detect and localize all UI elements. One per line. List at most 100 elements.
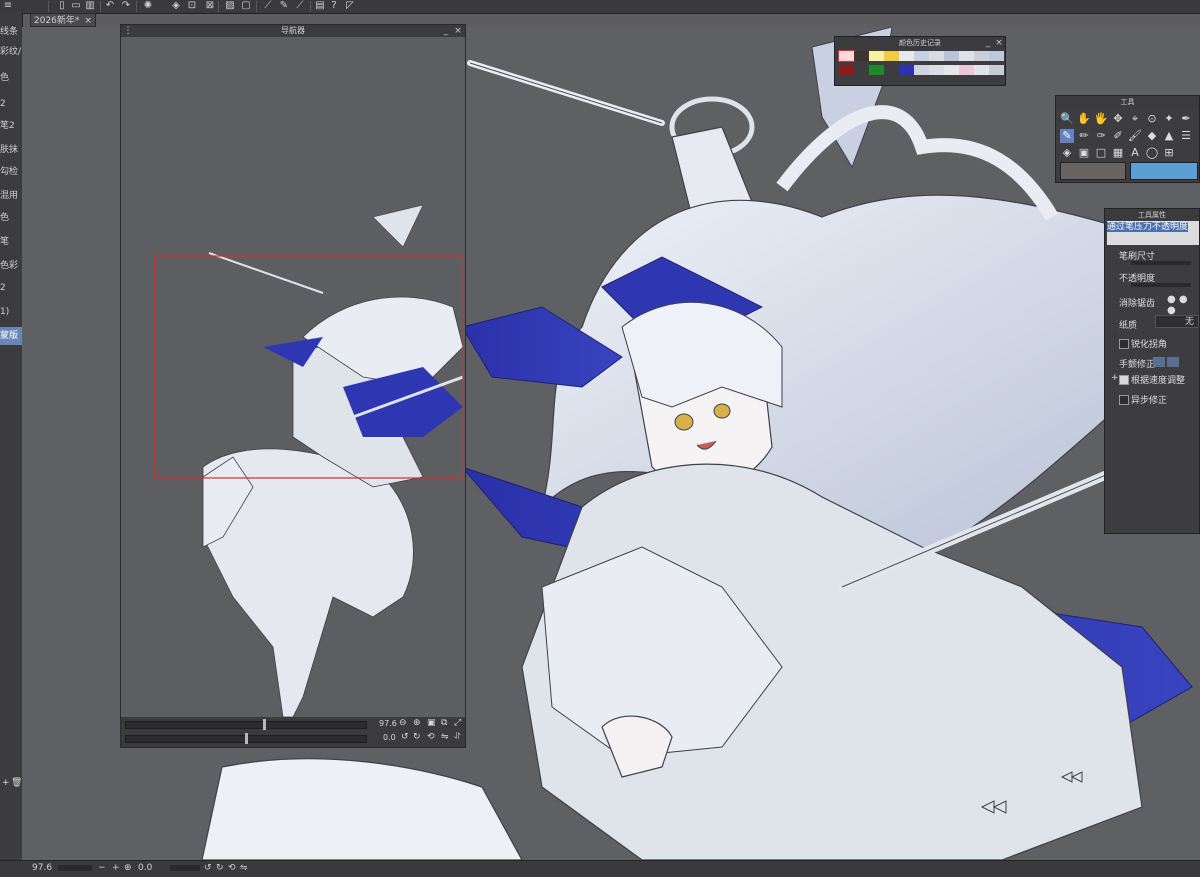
status-zoom-slider[interactable] [58,865,92,871]
line-icon[interactable]: ⟋ [294,0,306,12]
color-swatch[interactable] [959,65,974,75]
tool-button[interactable]: □ [1094,146,1108,160]
zoom-slider[interactable] [125,721,367,729]
tool-button[interactable]: ✎ [1060,129,1074,143]
sub-tool-item[interactable]: 色 [0,69,22,87]
tool-button[interactable]: ✑ [1094,129,1108,143]
color-swatch[interactable] [974,65,989,75]
fit-icon[interactable]: ⧉ [441,718,447,728]
tool-button[interactable]: ✥ [1111,112,1125,126]
color-swatch[interactable] [974,51,989,61]
zoom-out-icon[interactable]: − [98,863,106,873]
select-icon[interactable]: ⊠ [204,0,216,12]
reset-rotate-icon[interactable]: ⟲ [228,863,236,873]
tool-button[interactable] [1179,146,1193,160]
color-swatch[interactable] [944,51,959,61]
reset-rotate-icon[interactable]: ⟲ [427,732,435,742]
color-swatch[interactable] [989,65,1004,75]
transform-icon[interactable]: ⊡ [186,0,198,12]
color-swatch[interactable] [929,65,944,75]
status-rotate-icon[interactable]: ⊕ [124,863,132,873]
close-icon[interactable]: × [453,25,463,37]
async-checkbox[interactable] [1119,395,1129,405]
sub-tool-item[interactable]: 色 [0,209,22,227]
color-swatch[interactable] [884,51,899,61]
brush-size-slider[interactable] [1131,261,1191,265]
rotate-right-icon[interactable]: ↻ [413,732,421,742]
pen-icon[interactable]: ✎ [278,0,290,12]
tool-button[interactable]: ▣ [1077,146,1091,160]
open-folder-icon[interactable]: ▭ [70,0,82,12]
color-swatch[interactable] [854,65,869,75]
new-file-icon[interactable]: ▯ [56,0,68,12]
help-icon[interactable]: ? [328,0,340,12]
expand-icon[interactable]: + [1111,373,1119,383]
color-swatch[interactable] [869,51,884,61]
tool-button[interactable]: ◯ [1145,146,1159,160]
navigator-preview[interactable] [123,37,463,717]
status-angle-slider[interactable] [170,865,200,871]
color-swatch[interactable] [914,65,929,75]
sub-tool-item[interactable]: 1) [0,303,22,321]
save-icon[interactable]: ▥ [84,0,96,12]
tool-button[interactable]: 🔍 [1060,112,1074,126]
add-icon[interactable]: + [2,779,10,788]
sub-tool-item[interactable]: 肤抹 [0,141,22,159]
select-invert-icon[interactable]: ▨ [224,0,236,12]
document-tab[interactable]: 2026新年* × [30,13,96,27]
sharpen-checkbox[interactable] [1119,339,1129,349]
sub-tool-item[interactable]: 笔2 [0,117,22,135]
tool-button[interactable]: ☰ [1179,129,1193,143]
rotate-right-icon[interactable]: ↻ [216,863,224,873]
zoom-in-icon[interactable]: ⊕ [413,718,421,728]
antialias-options-icon[interactable]: ● ● ● [1167,294,1199,316]
flip-horizontal-icon[interactable]: ⇋ [441,732,449,742]
color-swatch[interactable] [959,51,974,61]
flip-vertical-icon[interactable]: ⥯ [454,732,461,742]
color-swatch[interactable] [838,50,855,62]
zoom-out-icon[interactable]: ⊖ [399,718,407,728]
color-swatch[interactable] [884,65,899,75]
minimize-icon[interactable]: _ [441,25,451,37]
undo-icon[interactable]: ↶ [104,0,116,12]
rotate-left-icon[interactable]: ↺ [401,732,409,742]
sub-tool-item[interactable]: 彩纹/ [0,43,22,61]
tool-button[interactable]: ◆ [1145,129,1159,143]
color-swatch[interactable] [839,65,854,75]
sub-color-swatch[interactable] [1130,162,1198,180]
tool-button[interactable]: ✏ [1077,129,1091,143]
fit-window-icon[interactable]: ⤢ [454,718,461,728]
trash-icon[interactable]: 🗑 [11,779,22,788]
tool-button[interactable]: A [1128,146,1142,160]
sub-tool-item[interactable]: 2 [0,279,22,297]
sub-tool-item-selected[interactable]: 蒙版 [0,327,22,345]
color-swatch[interactable] [899,51,914,61]
redo-icon[interactable]: ↷ [120,0,132,12]
rotate-left-icon[interactable]: ↺ [204,863,212,873]
close-icon[interactable]: × [994,37,1004,49]
tool-button[interactable]: ⊙ [1145,112,1159,126]
stabilization-field[interactable] [1167,357,1179,367]
ruler-triangle-icon[interactable]: ◸ [344,0,356,12]
flip-icon[interactable]: ⇋ [240,863,248,873]
color-swatch[interactable] [899,65,914,75]
ruler-icon[interactable]: ⟋ [262,0,274,12]
tool-button[interactable]: ⌖ [1128,112,1142,126]
loading-icon[interactable]: ✺ [142,0,154,12]
tool-button[interactable]: ✒ [1179,112,1193,126]
settings-icon[interactable]: ▤ [314,0,326,12]
main-color-swatch[interactable] [1060,162,1126,180]
stabilization-field[interactable] [1153,357,1165,367]
color-swatch[interactable] [944,65,959,75]
color-swatch[interactable] [914,51,929,61]
rotate-slider-thumb[interactable] [245,733,248,744]
tool-button[interactable]: ✋ [1077,112,1091,126]
tool-button[interactable]: ◈ [1060,146,1074,160]
tool-button[interactable]: 🖐 [1094,112,1108,126]
tool-button[interactable]: ✦ [1162,112,1176,126]
sub-tool-item[interactable]: 勾检 [0,163,22,181]
color-swatch[interactable] [869,65,884,75]
color-swatch[interactable] [989,51,1004,61]
tool-button[interactable]: ⊞ [1162,146,1176,160]
zoom-slider-thumb[interactable] [263,719,266,730]
